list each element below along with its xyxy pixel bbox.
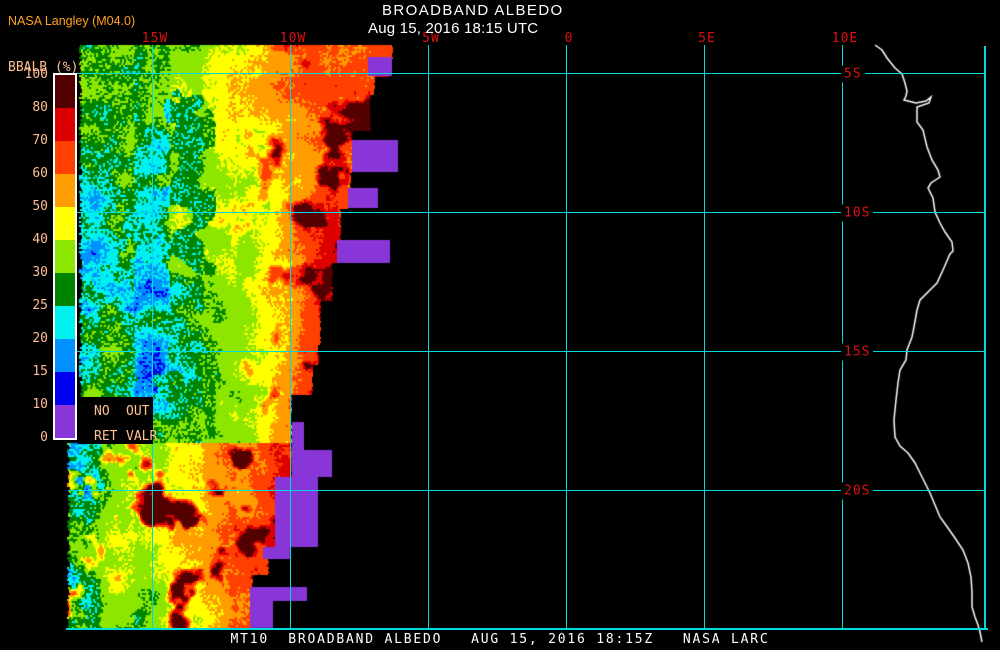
legend-word-no: NO: [94, 404, 126, 420]
colorbar-tick: 50: [0, 199, 48, 214]
colorbar-tick: 20: [0, 331, 48, 346]
colorbar-band-8: [55, 339, 75, 372]
colorbar-band-9: [55, 372, 75, 405]
colorbar-band-3: [55, 174, 75, 207]
colorbar-band-6: [55, 273, 75, 306]
colorbar-tick: 70: [0, 133, 48, 148]
lat-label-20S: 20S: [841, 483, 873, 500]
colorbar-tick: 25: [0, 298, 48, 313]
grid-line: [704, 45, 705, 628]
grid-line: [984, 46, 986, 628]
page-title: BROADBAND ALBEDO: [382, 2, 564, 19]
colorbar-band-2: [55, 141, 75, 174]
grid-line: [152, 45, 153, 628]
colorbar-band-0: [55, 75, 75, 108]
colorbar-band-5: [55, 240, 75, 273]
grid-line: [290, 45, 291, 628]
colorbar-scale: [53, 73, 77, 440]
lon-label-10W: 10W: [280, 31, 306, 46]
grid-line: [66, 628, 988, 630]
grid-line: [566, 45, 567, 628]
lon-label-0: 0: [565, 31, 574, 46]
legend-word-valr: VALR: [126, 429, 157, 445]
lat-label-10S: 10S: [841, 205, 873, 222]
lon-label-5E: 5E: [698, 31, 716, 46]
status-bar: MT10 BROADBAND ALBEDO AUG 15, 2016 18:15…: [0, 632, 1000, 647]
lat-label-15S: 15S: [841, 344, 873, 361]
lon-label-10E: 10E: [832, 31, 858, 46]
colorbar: BBALB (%) 100807060504030252015100: [0, 0, 80, 650]
lat-label-5S: 5S: [841, 66, 865, 83]
colorbar-tick: 10: [0, 397, 48, 412]
colorbar-tick: 100: [0, 67, 48, 82]
colorbar-band-4: [55, 207, 75, 240]
lon-label-15W: 15W: [142, 31, 168, 46]
colorbar-band-7: [55, 306, 75, 339]
credit-label: NASA Langley (M04.0): [8, 14, 135, 28]
colorbar-tick: 60: [0, 166, 48, 181]
colorbar-band-10: [55, 405, 75, 438]
timestamp-subtitle: Aug 15, 2016 18:15 UTC: [368, 20, 538, 37]
colorbar-tick: 30: [0, 265, 48, 280]
grid-line: [842, 45, 843, 628]
colorbar-tick: 40: [0, 232, 48, 247]
colorbar-tick: 0: [0, 430, 48, 445]
grid-line: [428, 45, 429, 628]
albedo-map-raster: [0, 0, 1000, 650]
colorbar-band-1: [55, 108, 75, 141]
colorbar-tick: 15: [0, 364, 48, 379]
legend-word-ret: RET: [94, 429, 126, 445]
no-retrieval-legend: NO OUT RET VALR: [78, 397, 153, 444]
colorbar-tick: 80: [0, 100, 48, 115]
legend-word-out: OUT: [126, 404, 157, 420]
albedo-quicklook-window: 15W10W5W05E10E 5S10S15S20S NASA Langley …: [0, 0, 1000, 650]
